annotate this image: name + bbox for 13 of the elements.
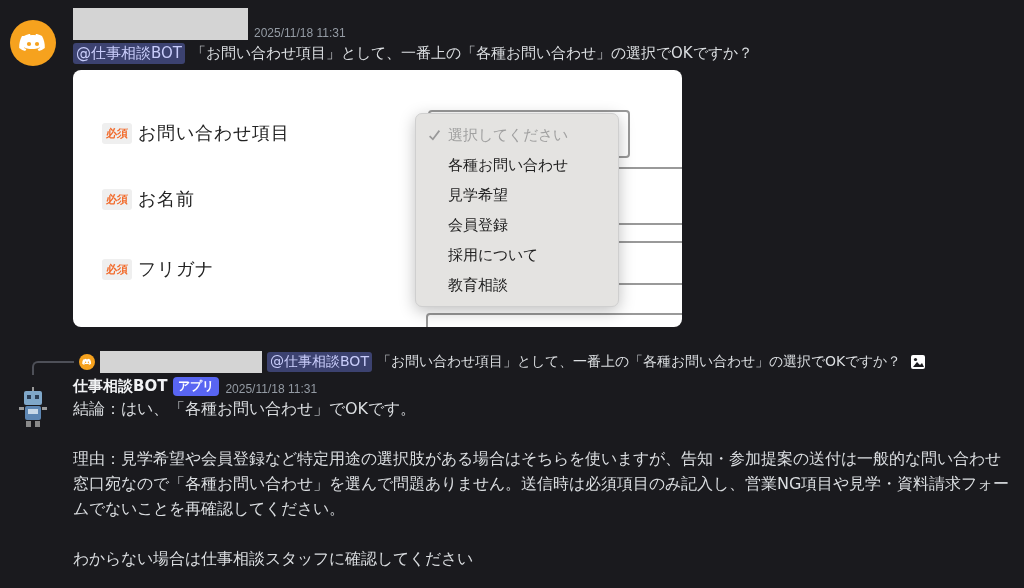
- required-badge: 必須: [102, 122, 132, 144]
- field-label: お名前: [138, 187, 195, 211]
- message-text: わからない場合は仕事相談スタッフに確認してください: [73, 548, 474, 570]
- timestamp: 2025/11/18 11:31: [225, 382, 318, 396]
- message-text: 理由：見学希望や会員登録など特定用途の選択肢がある場合はそちらを使いますが、告知・参加提案の送付は一般的な問い合わせ窓口宛なので「各種お問い合わせ」を選んで問題ありません。送信時は必須項目のみ記入し、営業NG項目や見学・資料請求フォームでないことを再確認してください。: [73, 448, 1011, 520]
- required-badge: 必須: [102, 188, 132, 210]
- field-label: お問い合わせ項目: [138, 121, 290, 145]
- timestamp: 2025/11/18 11:31: [254, 26, 346, 40]
- app-tag: アプリ: [173, 377, 220, 396]
- message-text: 結論：はい、「各種お問い合わせ」でOKです。: [73, 398, 418, 420]
- field-label: フリガナ: [138, 257, 214, 281]
- required-badge: 必須: [102, 258, 132, 280]
- message-text: 「お問い合わせ項目」として、一番上の「各種お問い合わせ」の選択でOKですか？: [191, 44, 753, 63]
